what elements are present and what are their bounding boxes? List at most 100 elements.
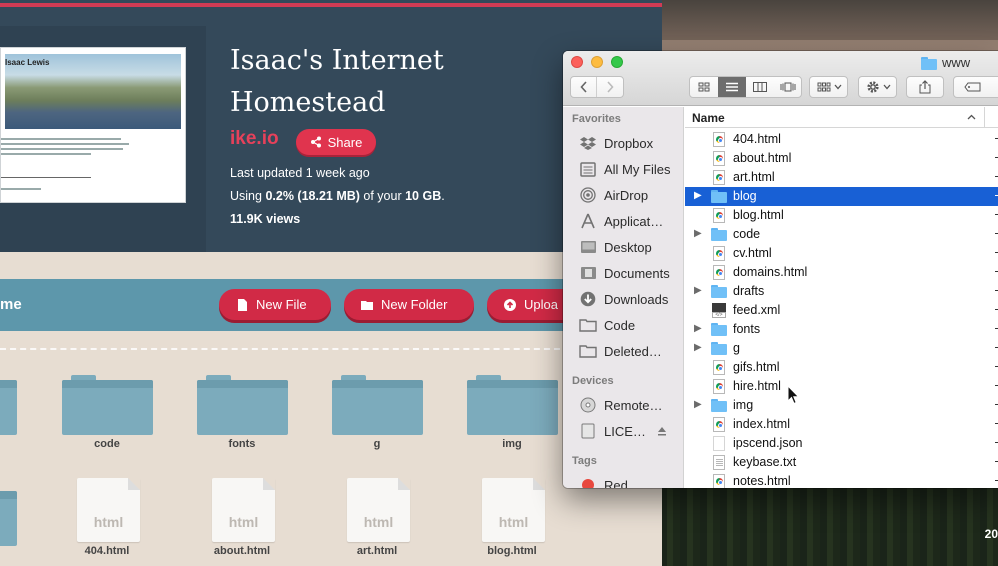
list-view-button[interactable] [718, 77, 746, 97]
window-title: www [921, 55, 970, 70]
html-file-icon [711, 360, 727, 375]
sidebar-item-deleted[interactable]: Deleted… [579, 340, 683, 362]
folder-partial[interactable] [0, 375, 17, 435]
disclosure-triangle-icon[interactable]: ▶ [694, 399, 702, 410]
folder-icon [361, 300, 373, 310]
disclosure-triangle-icon[interactable]: ▶ [694, 228, 702, 239]
file-row[interactable]: domains.html [685, 263, 998, 282]
icon-view-button[interactable] [690, 77, 718, 97]
file-row[interactable]: ▶ fonts [685, 320, 998, 339]
sidebar-item-code[interactable]: Code [579, 314, 683, 336]
toolbar-title: me [0, 296, 22, 313]
file-row[interactable]: art.html [685, 168, 998, 187]
zoom-window-button[interactable] [611, 56, 623, 68]
grid-file-blog[interactable]: html [482, 478, 545, 542]
grid-file-about[interactable]: html [212, 478, 275, 542]
sidebar-heading-favorites: Favorites [572, 113, 621, 125]
grid-folder-g[interactable] [332, 375, 423, 435]
disclosure-triangle-icon[interactable]: ▶ [694, 323, 702, 334]
sidebar-item-desktop[interactable]: Desktop [579, 236, 683, 258]
file-row[interactable]: ▶ blog [685, 187, 998, 206]
sidebar-item-label: Code [604, 317, 636, 333]
site-domain-link[interactable]: ike.io [230, 128, 279, 150]
html-file-icon [711, 265, 727, 280]
eject-icon[interactable] [657, 426, 667, 436]
downloads-icon [580, 291, 596, 307]
html-file-icon [711, 246, 727, 261]
sidebar-item-airdrop[interactable]: AirDrop [579, 184, 683, 206]
sidebar-item-drive[interactable]: LICE… [579, 420, 683, 442]
text-file-icon [711, 455, 727, 470]
nav-buttons [570, 76, 624, 98]
forward-button[interactable] [597, 77, 623, 97]
file-row[interactable]: keybase.txt [685, 453, 998, 472]
disclosure-triangle-icon[interactable]: ▶ [694, 342, 702, 353]
grid-folder-fonts[interactable] [197, 375, 288, 435]
list-icon [726, 82, 738, 92]
back-button[interactable] [571, 77, 597, 97]
file-row-name: code [733, 227, 761, 241]
file-row[interactable]: cv.html [685, 244, 998, 263]
share-toolbar-button[interactable] [906, 76, 944, 98]
file-row[interactable]: ▶ code [685, 225, 998, 244]
file-row-name: blog.html [733, 208, 784, 222]
file-row[interactable]: gifs.html [685, 358, 998, 377]
file-row[interactable]: blog.html [685, 206, 998, 225]
html-file-icon [711, 132, 727, 147]
new-folder-button[interactable]: New Folder [344, 289, 474, 320]
tag-button[interactable] [953, 76, 998, 98]
file-row-name: domains.html [733, 265, 808, 279]
column-view-button[interactable] [746, 77, 774, 97]
file-row[interactable]: hire.html [685, 377, 998, 396]
minimize-window-button[interactable] [591, 56, 603, 68]
sidebar-item-downloads[interactable]: Downloads [579, 288, 683, 310]
columns-icon [753, 82, 767, 92]
file-row-name: g [733, 341, 740, 355]
sidebar-item-remote-disc[interactable]: Remote… [579, 394, 683, 416]
file-row[interactable]: ipscend.json [685, 434, 998, 453]
share-button[interactable]: Share [296, 129, 376, 155]
drive-icon [581, 423, 595, 439]
arrange-button[interactable] [809, 76, 848, 98]
folder-partial-2[interactable] [0, 486, 17, 546]
action-button[interactable] [858, 76, 897, 98]
sidebar-heading-devices: Devices [572, 375, 614, 387]
disclosure-triangle-icon[interactable]: ▶ [694, 285, 702, 296]
folder-icon [711, 284, 727, 299]
close-window-button[interactable] [571, 56, 583, 68]
mouse-pointer-icon [787, 385, 800, 405]
file-row-name: about.html [733, 151, 792, 165]
grid-file-art[interactable]: html [347, 478, 410, 542]
file-row[interactable]: ▶ img [685, 396, 998, 415]
xml-file-icon: </> [711, 303, 727, 318]
grid-folder-img[interactable] [467, 375, 558, 435]
applications-icon [581, 213, 595, 229]
file-row[interactable]: about.html [685, 149, 998, 168]
new-file-button[interactable]: New File [219, 289, 331, 320]
coverflow-view-button[interactable] [774, 77, 802, 97]
site-thumbnail[interactable]: Isaac Lewis [0, 47, 186, 203]
grid-folder-code[interactable] [62, 375, 153, 435]
file-row[interactable]: ▶ drafts [685, 282, 998, 301]
folder-icon [579, 319, 597, 332]
sidebar-item-documents[interactable]: Documents [579, 262, 683, 284]
sidebar-item-tag-red[interactable]: Red [579, 474, 683, 488]
sidebar-item-label: Remote… [604, 397, 663, 413]
sidebar-item-label: Downloads [604, 291, 669, 307]
name-column-header[interactable]: Name [685, 107, 998, 128]
sidebar-item-dropbox[interactable]: Dropbox [579, 132, 683, 154]
file-row[interactable]: </> feed.xml [685, 301, 998, 320]
file-row[interactable]: ▶ g [685, 339, 998, 358]
file-row-name: art.html [733, 170, 775, 184]
disclosure-triangle-icon[interactable]: ▶ [694, 190, 702, 201]
thumbnail-name: Isaac Lewis [5, 58, 50, 67]
file-row[interactable]: index.html [685, 415, 998, 434]
sidebar-item-applications[interactable]: Applicat… [579, 210, 683, 232]
file-row[interactable]: notes.html [685, 472, 998, 488]
grid-file-404[interactable]: html [77, 478, 140, 542]
file-row-name: 404.html [733, 132, 781, 146]
file-row[interactable]: 404.html [685, 130, 998, 149]
finder-titlebar[interactable]: www [563, 51, 998, 106]
sidebar-item-all-my-files[interactable]: All My Files [579, 158, 683, 180]
share-button-label: Share [327, 134, 363, 150]
